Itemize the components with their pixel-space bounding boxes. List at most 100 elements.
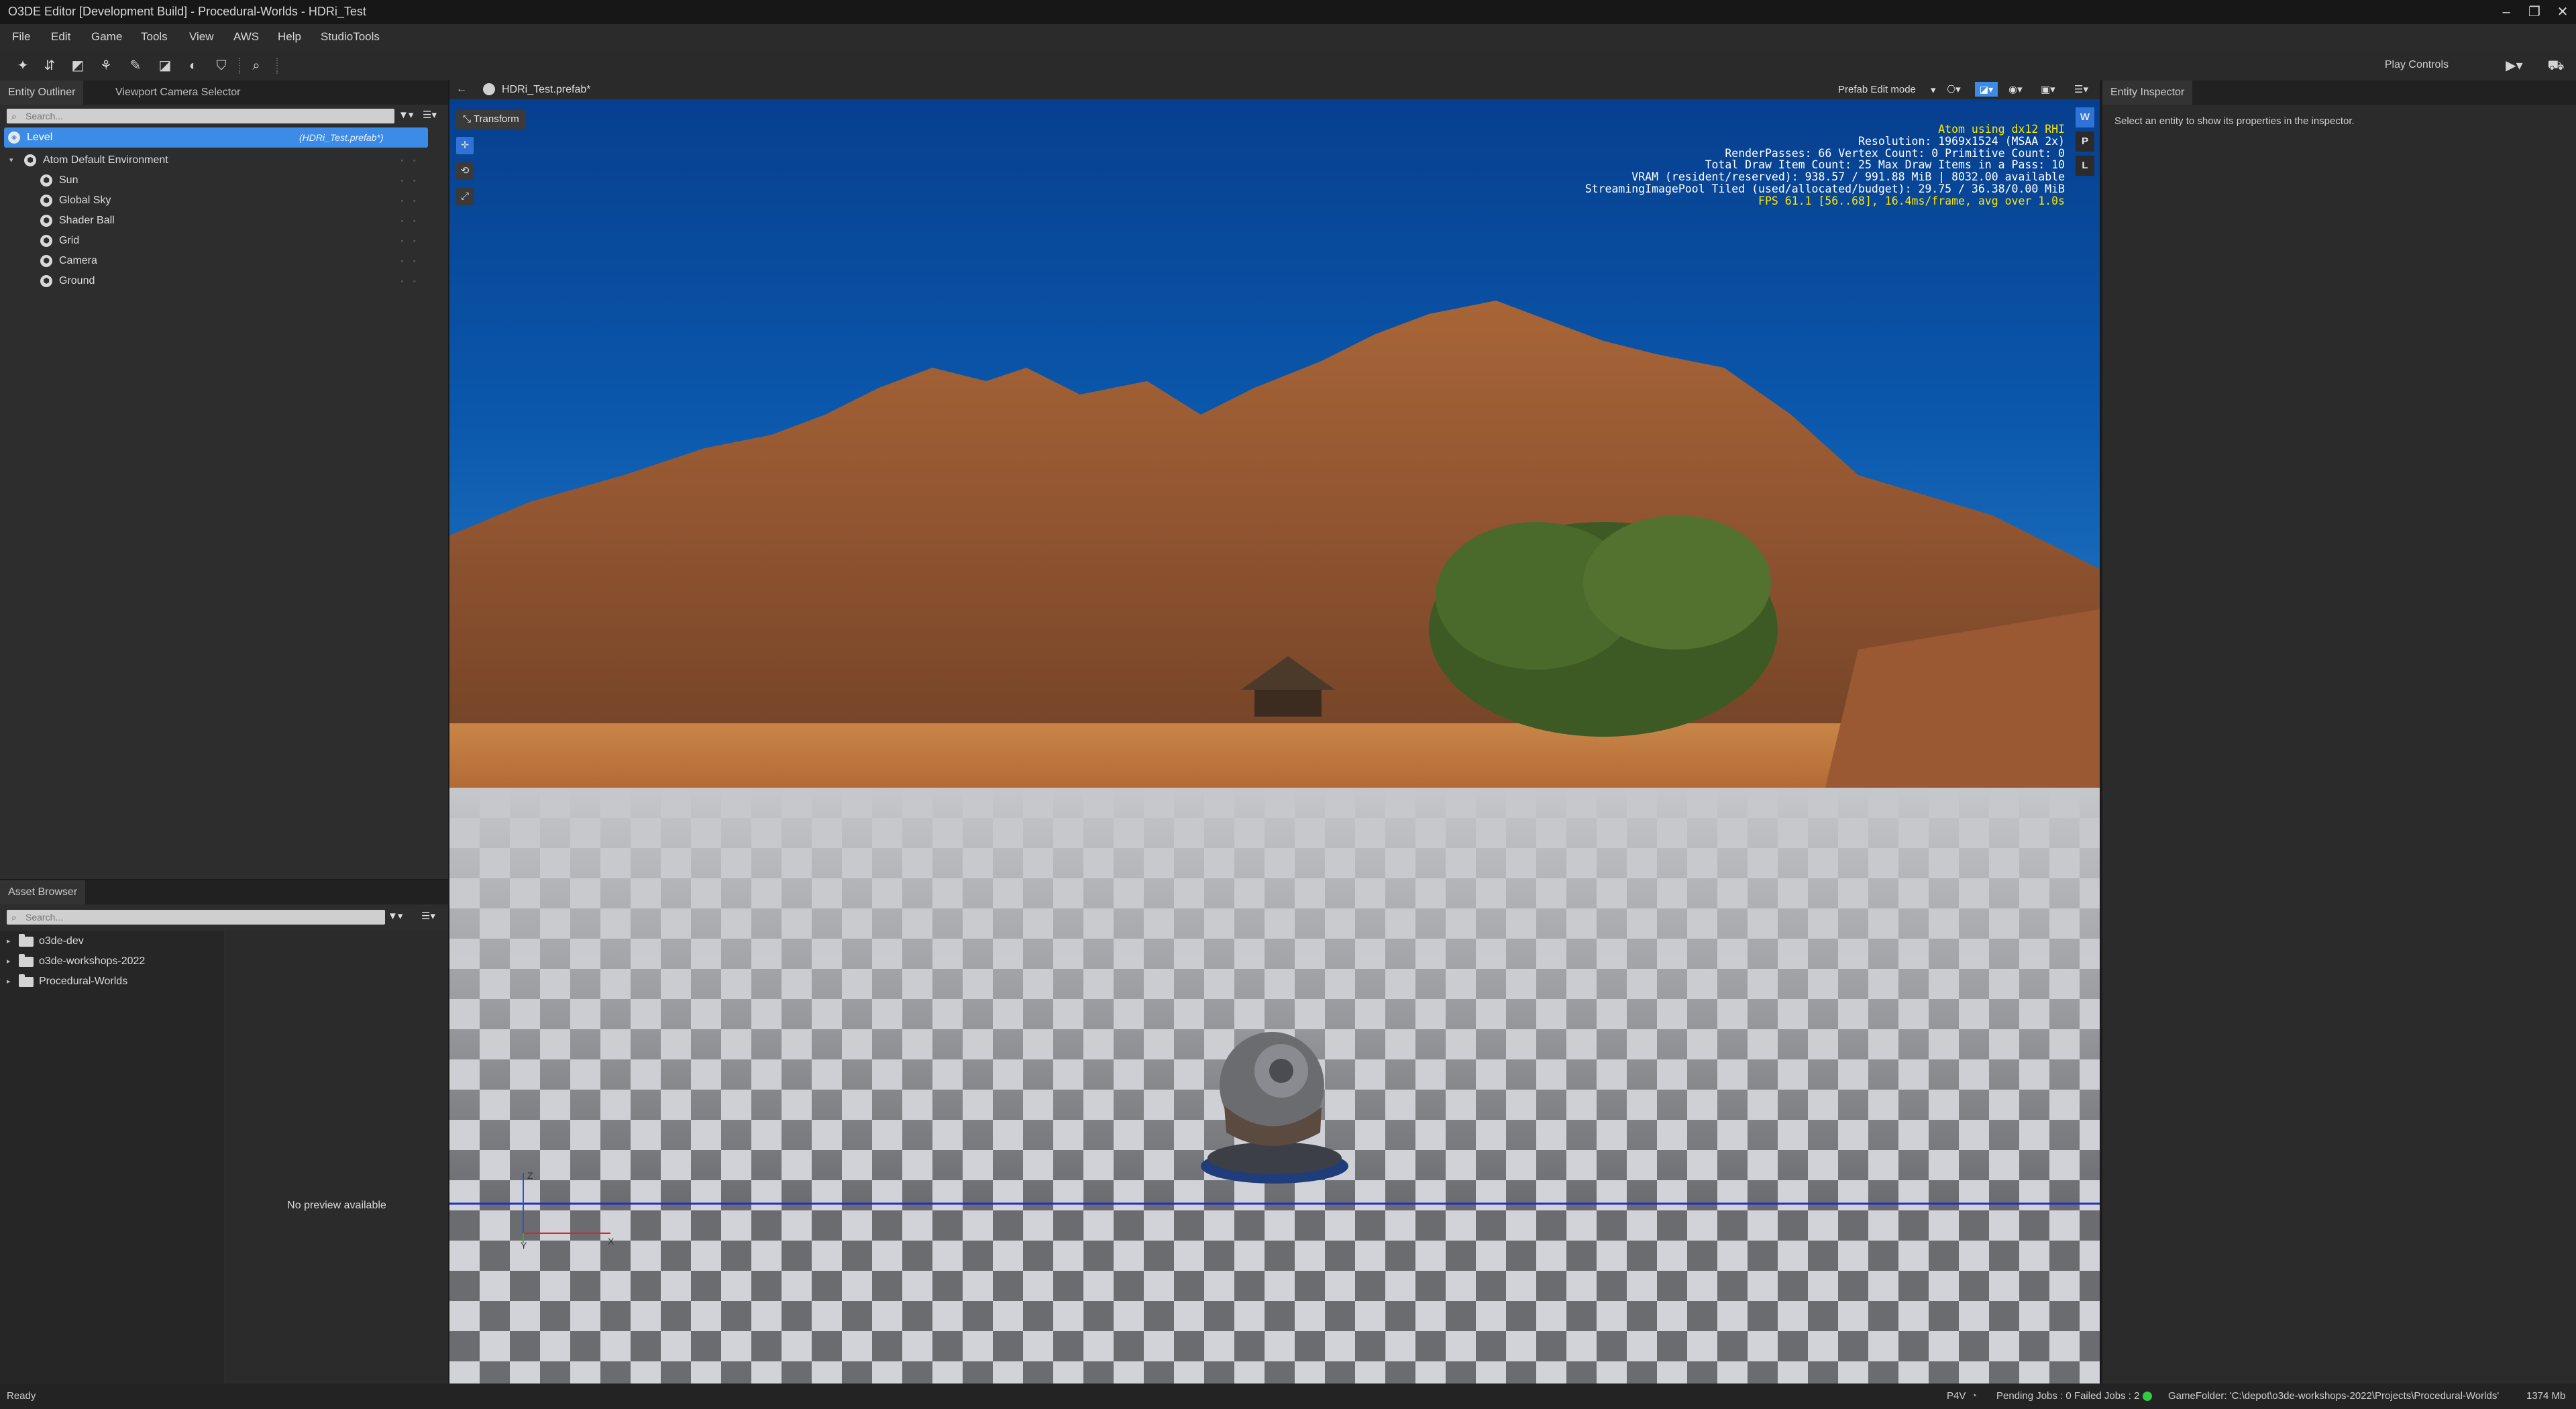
title-bar: O3DE Editor [Development Build] - Proced… xyxy=(0,0,2576,24)
menu-game[interactable]: Game xyxy=(91,30,122,44)
settings-cart-icon[interactable]: ⛟ xyxy=(2546,56,2565,75)
expand-arrow-icon[interactable]: ▸ xyxy=(7,972,11,992)
terrain-icon[interactable]: ⚘ xyxy=(97,56,115,75)
viewport-header: ← HDRi_Test.prefab* Prefab Edit mode ▾ ⎔… xyxy=(449,81,2100,99)
paint-icon[interactable]: ◪ xyxy=(156,56,174,75)
expand-arrow-icon[interactable]: ▾ xyxy=(9,150,13,170)
visibility-lock-icons[interactable]: ◦◦ xyxy=(400,170,425,191)
asset-folder-row[interactable]: ▸ o3de-workshops-2022 xyxy=(0,951,224,972)
stat-vram: VRAM (resident/reserved): 938.57 / 991.8… xyxy=(1631,170,2065,184)
play-icon[interactable]: ▶▾ xyxy=(2505,56,2524,75)
transform-button[interactable]: ⤡ Transform xyxy=(456,110,526,129)
tab-asset-browser[interactable]: Asset Browser xyxy=(0,880,86,904)
tab-entity-outliner[interactable]: Entity Outliner xyxy=(0,81,84,105)
prefab-icon xyxy=(483,83,495,95)
menu-tools[interactable]: Tools xyxy=(141,30,168,44)
stat-resolution: Resolution: 1969x1524 (MSAA 2x) xyxy=(1858,134,2065,148)
prefab-mode-dropdown[interactable]: Prefab Edit mode xyxy=(1838,84,1916,95)
filter-icon[interactable]: ▼▾ xyxy=(398,109,413,121)
viewport[interactable]: Z Y X ⤡ Transform ✛ ⟲ ⤢ Atom using dx12 … xyxy=(449,99,2100,1384)
axis-x-label: X xyxy=(608,1236,614,1247)
close-icon[interactable]: ✕ xyxy=(2553,3,2572,21)
menu-aws[interactable]: AWS xyxy=(233,30,259,44)
asset-folder-row[interactable]: ▸ Procedural-Worlds xyxy=(0,972,224,992)
menu-studiotools[interactable]: StudioTools xyxy=(321,30,380,44)
sphere-icon[interactable]: ◐ xyxy=(184,56,203,75)
asset-preview-pane: No preview available xyxy=(225,931,448,1384)
visibility-lock-icons[interactable]: ◦◦ xyxy=(400,191,425,211)
asset-folder-row[interactable]: ▸ o3de-dev xyxy=(0,931,224,951)
status-bar: Ready P4V ◔ Pending Jobs : 0 Failed Jobs… xyxy=(0,1384,2576,1409)
rotate-gizmo-icon[interactable]: ⟲ xyxy=(456,162,474,180)
tree-row-grid[interactable]: ⬢ Grid ◦◦ xyxy=(0,231,448,251)
transform-icon: ⤡ xyxy=(463,113,474,125)
search-placeholder: Search... xyxy=(25,111,64,121)
visibility-lock-icons[interactable]: ◦◦ xyxy=(400,150,425,170)
status-ok-icon xyxy=(2143,1392,2152,1401)
world-space-button[interactable]: W xyxy=(2076,107,2094,127)
asset-browser-tabstrip: Asset Browser xyxy=(0,880,448,904)
tree-row-atom-default-environment[interactable]: ▾ ⬢ Atom Default Environment ◦◦ xyxy=(0,150,448,170)
expand-arrow-icon[interactable]: ▸ xyxy=(7,931,11,951)
axis-z-label: Z xyxy=(527,1170,533,1181)
tree-row-global-sky[interactable]: ⬢ Global Sky ◦◦ xyxy=(0,191,448,211)
hamburger-menu-icon[interactable]: ☰▾ xyxy=(2074,83,2088,95)
visibility-icon[interactable]: ◉▾ xyxy=(2008,83,2023,95)
menu-edit[interactable]: Edit xyxy=(51,30,70,44)
stat-streaming-pool: StreamingImagePool Tiled (used/allocated… xyxy=(1585,182,2065,195)
entity-icon: ⬢ xyxy=(40,215,52,227)
back-arrow-icon[interactable]: ← xyxy=(456,83,467,95)
tab-viewport-camera-selector[interactable]: Viewport Camera Selector xyxy=(107,81,248,105)
filter-icon[interactable]: ▼▾ xyxy=(388,910,402,922)
level-row[interactable]: ◈ Level (HDRi_Test.prefab*) xyxy=(4,127,428,148)
parent-space-button[interactable]: P xyxy=(2076,132,2094,152)
tree-row-camera[interactable]: ⬢ Camera ◦◦ xyxy=(0,251,448,271)
move-tool-icon[interactable]: ⇵ xyxy=(40,56,59,75)
entity-label: Camera xyxy=(59,255,97,266)
level-icon: ◈ xyxy=(8,132,20,144)
level-prefab-label: (HDRi_Test.prefab*) xyxy=(299,132,384,143)
entity-outliner-panel: Entity Outliner Viewport Camera Selector… xyxy=(0,81,448,879)
local-space-button[interactable]: L xyxy=(2076,156,2094,176)
menu-bar: File Edit Game Tools View AWS Help Studi… xyxy=(0,24,2576,51)
level-label: Level xyxy=(27,132,53,143)
visibility-lock-icons[interactable]: ◦◦ xyxy=(400,211,425,231)
menu-file[interactable]: File xyxy=(12,30,30,44)
shield-icon[interactable]: ⛉ xyxy=(212,56,231,75)
minimize-icon[interactable]: – xyxy=(2497,3,2516,21)
visibility-lock-icons[interactable]: ◦◦ xyxy=(400,251,425,271)
prefab-tab-label[interactable]: HDRi_Test.prefab* xyxy=(502,84,591,96)
tab-entity-inspector[interactable]: Entity Inspector xyxy=(2102,81,2193,105)
select-tool-icon[interactable]: ✦ xyxy=(13,56,32,75)
folder-label: o3de-dev xyxy=(39,935,84,947)
asset-search-input[interactable]: ⌕ Search... xyxy=(7,910,385,925)
scale-gizmo-icon[interactable]: ⤢ xyxy=(456,188,474,205)
move-gizmo-icon[interactable]: ✛ xyxy=(456,137,474,154)
camera-settings-icon[interactable]: ⎔▾ xyxy=(1947,83,1961,95)
maximize-icon[interactable]: ❐ xyxy=(2525,3,2544,21)
menu-view[interactable]: View xyxy=(189,30,214,44)
tree-row-sun[interactable]: ⬢ Sun ◦◦ xyxy=(0,170,448,191)
snap-icon[interactable]: ◩ xyxy=(68,56,87,75)
folder-icon xyxy=(19,974,34,987)
tree-row-ground[interactable]: ⬢ Ground ◦◦ xyxy=(0,271,448,291)
folder-label: o3de-workshops-2022 xyxy=(39,955,146,967)
menu-help[interactable]: Help xyxy=(278,30,301,44)
outliner-search-input[interactable]: ⌕ Search... xyxy=(7,109,394,123)
expand-arrow-icon[interactable]: ▸ xyxy=(7,951,11,972)
toolbar-separator xyxy=(239,58,241,74)
visibility-lock-icons[interactable]: ◦◦ xyxy=(400,231,425,251)
options-menu-icon[interactable]: ☰▾ xyxy=(421,910,435,922)
chevron-down-icon[interactable]: ▾ xyxy=(1931,84,1936,96)
status-ready: Ready xyxy=(7,1390,36,1402)
options-menu-icon[interactable]: ☰▾ xyxy=(423,109,437,121)
inspector-tabstrip: Entity Inspector xyxy=(2102,81,2576,105)
p4v-label[interactable]: P4V xyxy=(1947,1390,1966,1402)
entity-label: Grid xyxy=(59,235,80,246)
visibility-lock-icons[interactable]: ◦◦ xyxy=(400,271,425,291)
search-icon[interactable]: ⌕ xyxy=(247,56,266,75)
tree-row-shader-ball[interactable]: ⬢ Shader Ball ◦◦ xyxy=(0,211,448,231)
layout-icon[interactable]: ▣▾ xyxy=(2041,83,2055,95)
wrench-icon[interactable]: ✎ xyxy=(126,56,145,75)
snap-toggle-icon[interactable]: ◪▾ xyxy=(1975,82,1998,97)
